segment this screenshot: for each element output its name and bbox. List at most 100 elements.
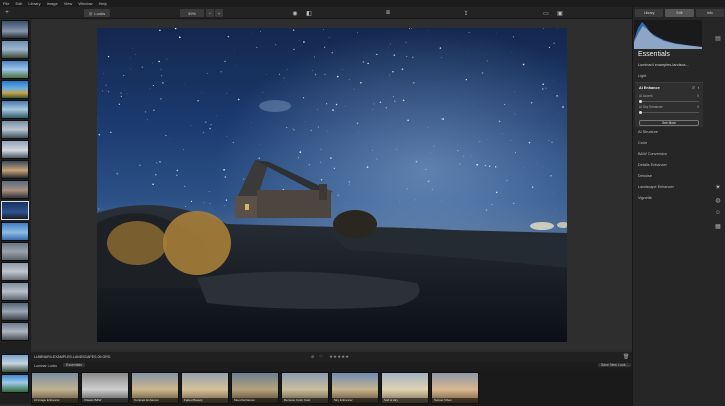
looks-button[interactable]: ◎ Looks <box>84 9 110 17</box>
layers-icon[interactable]: ▤ <box>713 33 723 43</box>
menu-library[interactable]: Library <box>28 0 40 7</box>
filmstrip-thumb[interactable] <box>1 282 29 301</box>
section-details-enhancer[interactable]: Details Enhancer <box>638 163 667 167</box>
ai-sky-slider[interactable] <box>639 111 699 114</box>
tab-edit[interactable]: Edit <box>665 9 694 17</box>
look-label: Classic B&W <box>82 398 128 403</box>
zoom-dropdown[interactable]: 39% <box>180 9 204 17</box>
zoom-in-button[interactable]: + <box>215 9 223 17</box>
filmstrip-thumb[interactable] <box>1 140 29 159</box>
reset-icon[interactable]: ↺ <box>692 85 695 90</box>
look-thumb[interactable]: Faded Beauty <box>181 372 229 404</box>
star <box>387 46 389 47</box>
eye-icon[interactable]: ◉ <box>290 9 300 17</box>
star <box>348 183 350 185</box>
professional-icon[interactable]: ▦ <box>713 221 723 231</box>
visibility-icon[interactable]: ◐ <box>698 85 700 90</box>
filmstrip[interactable] <box>0 20 31 404</box>
main-photo[interactable] <box>97 28 567 342</box>
menu-view[interactable]: View <box>64 0 73 7</box>
look-thumb[interactable]: Sunset Vibes <box>431 372 479 404</box>
tab-luminar-looks[interactable]: Luminar Looks <box>34 364 57 368</box>
menu-edit[interactable]: Edit <box>15 0 22 7</box>
look-thumb[interactable]: Contrast Enhancer <box>131 372 179 404</box>
filmstrip-thumb[interactable] <box>1 262 29 281</box>
star <box>213 117 214 118</box>
section-vignette[interactable]: Vignette <box>638 196 652 200</box>
zoom-plus-label: + <box>217 10 221 16</box>
trash-icon[interactable]: 🗑 <box>623 354 629 360</box>
filmstrip-thumb[interactable] <box>1 20 29 39</box>
filmstrip-thumb[interactable] <box>1 120 29 139</box>
look-thumb[interactable]: AI Image Enhancer <box>31 372 79 404</box>
star <box>514 91 515 93</box>
section-denoise[interactable]: Denoise <box>638 174 652 178</box>
star <box>293 48 295 50</box>
essentials-sun-icon[interactable]: ☀ <box>713 182 723 192</box>
section-ai-structure[interactable]: AI Structure <box>638 130 658 134</box>
looks-category-dropdown[interactable]: Essentials <box>63 363 85 367</box>
filmstrip-thumb[interactable] <box>1 242 29 261</box>
filmstrip-thumb-selected[interactable] <box>1 201 29 220</box>
star <box>545 87 547 89</box>
look-thumb[interactable]: Remove Color Cast <box>281 372 329 404</box>
section-light[interactable]: Light <box>638 74 646 78</box>
menu-file[interactable]: File <box>3 0 9 7</box>
filmstrip-thumb[interactable] <box>1 40 29 59</box>
tab-info[interactable]: Info <box>695 9 724 17</box>
star <box>160 75 163 77</box>
look-thumb[interactable]: Soft & Airy <box>381 372 429 404</box>
crop-icon[interactable]: ⧈ <box>383 9 393 17</box>
ai-accent-knob[interactable] <box>639 100 642 103</box>
filmstrip-thumb[interactable] <box>1 374 29 393</box>
ai-sky-knob[interactable] <box>639 111 642 114</box>
star <box>389 43 391 45</box>
star <box>297 156 300 159</box>
zoom-out-button[interactable]: − <box>206 9 214 17</box>
menu-image[interactable]: Image <box>47 0 58 7</box>
export-icon[interactable]: ⇪ <box>461 9 471 17</box>
save-new-look-button[interactable]: Save New Look... <box>598 363 632 367</box>
star <box>98 134 101 136</box>
look-thumb[interactable]: Classic B&W <box>81 372 129 404</box>
section-bw-conversion[interactable]: B&W Conversion <box>638 152 667 156</box>
filmstrip-thumb[interactable] <box>1 160 29 179</box>
ai-accent-slider[interactable] <box>639 100 699 103</box>
filmstrip-thumb[interactable] <box>1 80 29 99</box>
star <box>293 29 295 31</box>
filmstrip-toggle-icon[interactable]: ▣ <box>555 9 565 17</box>
compare-icon[interactable]: ◧ <box>304 9 314 17</box>
menu-window[interactable]: Window <box>78 0 92 7</box>
single-view-icon[interactable]: ▭ <box>541 9 551 17</box>
star <box>152 109 155 112</box>
portrait-face-icon[interactable]: ☺ <box>713 208 723 218</box>
star <box>321 179 323 181</box>
star <box>513 202 515 204</box>
star <box>310 129 313 132</box>
creative-palette-icon[interactable]: ◍ <box>713 195 723 205</box>
filmstrip-thumb[interactable] <box>1 302 29 321</box>
see-more-button[interactable]: See More <box>639 120 699 126</box>
filmstrip-thumb[interactable] <box>1 322 29 341</box>
look-thumb[interactable]: Sky Enhancer <box>331 372 379 404</box>
menu-help[interactable]: Help <box>99 0 107 7</box>
add-icon[interactable]: + <box>2 9 12 17</box>
filmstrip-thumb[interactable] <box>1 354 29 373</box>
filmstrip-thumb[interactable] <box>1 222 29 241</box>
filmstrip-thumb[interactable] <box>1 180 29 199</box>
menu-bar: File Edit Library Image View Window Help <box>0 0 725 7</box>
section-color[interactable]: Color <box>638 141 647 145</box>
rating-stars[interactable]: ★★★★★ <box>329 354 349 360</box>
look-thumb[interactable]: Mood Enhancer <box>231 372 279 404</box>
star <box>324 46 326 48</box>
section-landscape-enhancer[interactable]: Landscape Enhancer <box>638 185 674 189</box>
reject-icon[interactable]: ⊘ <box>311 354 314 359</box>
filmstrip-thumb[interactable] <box>1 60 29 79</box>
image-canvas[interactable] <box>31 20 632 350</box>
filmstrip-thumb[interactable] <box>1 100 29 119</box>
star <box>262 92 263 94</box>
starry-church-photo <box>97 28 567 342</box>
heart-icon[interactable]: ♡ <box>319 354 323 359</box>
tab-library[interactable]: Library <box>635 9 664 17</box>
star <box>331 51 334 54</box>
